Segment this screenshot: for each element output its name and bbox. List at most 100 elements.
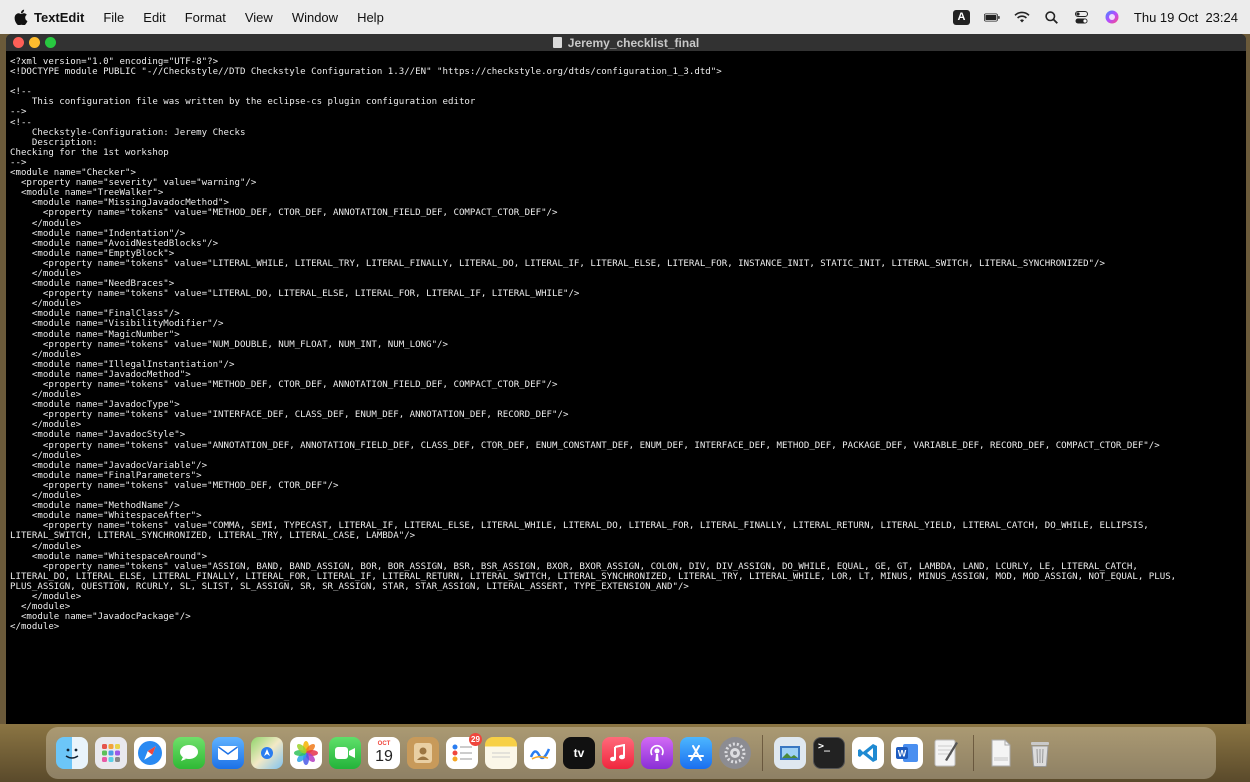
document-line[interactable]: <property name="tokens" value="METHOD_DE… [10,481,1242,491]
document-line[interactable]: Description: [10,138,1242,148]
document-line[interactable]: --> [10,158,1242,168]
document-line[interactable]: <module name="TreeWalker"> [10,188,1242,198]
document-line[interactable]: <!-- [10,118,1242,128]
tv-icon[interactable]: tv [563,737,595,769]
calendar-icon[interactable]: OCT 19 [368,737,400,769]
music-icon[interactable] [602,737,634,769]
document-line[interactable]: </module> [10,602,1242,612]
document-line[interactable]: This configuration file was written by t… [10,97,1242,107]
app-store-icon[interactable] [680,737,712,769]
wifi-icon[interactable] [1014,9,1030,25]
document-line[interactable]: <property name="tokens" value="COMMA, SE… [10,521,1242,531]
document-line[interactable]: <module name="JavadocStyle"> [10,430,1242,440]
document-line[interactable]: <?xml version="1.0" encoding="UTF-8"?> [10,57,1242,67]
document-line[interactable]: <module name="AvoidNestedBlocks"/> [10,239,1242,249]
document-line[interactable]: </module> [10,542,1242,552]
launchpad-icon[interactable] [95,737,127,769]
menu-app-name[interactable]: TextEdit [34,10,84,25]
safari-icon[interactable] [134,737,166,769]
clock[interactable]: Thu 19 Oct 23:24 [1134,10,1238,25]
menu-view[interactable]: View [245,10,273,25]
finder-icon[interactable] [56,737,88,769]
document-line[interactable]: <module name="FinalParameters"> [10,471,1242,481]
control-center-icon[interactable] [1074,9,1090,25]
document-line[interactable]: <module name="IllegalInstantiation"/> [10,360,1242,370]
document-line[interactable]: <property name="tokens" value="METHOD_DE… [10,208,1242,218]
menu-window[interactable]: Window [292,10,338,25]
document-line[interactable]: <module name="MagicNumber"> [10,330,1242,340]
document-line[interactable]: <property name="tokens" value="METHOD_DE… [10,380,1242,390]
window-titlebar[interactable]: Jeremy_checklist_final [6,34,1246,52]
document-line[interactable]: <module name="JavadocVariable"/> [10,461,1242,471]
vscode-icon[interactable] [852,737,884,769]
document-line[interactable]: <module name="NeedBraces"> [10,279,1242,289]
text-editor[interactable]: <?xml version="1.0" encoding="UTF-8"?> <!… [10,57,1242,724]
reminders-icon[interactable]: 29 [446,733,482,769]
zoom-window-button[interactable] [45,37,56,48]
document-line[interactable]: <module name="MissingJavadocMethod"> [10,198,1242,208]
facetime-icon[interactable] [329,737,361,769]
document-line[interactable]: <module name="FinalClass"/> [10,309,1242,319]
document-line[interactable]: <module name="Indentation"/> [10,229,1242,239]
photos-icon[interactable] [290,737,322,769]
document-line[interactable]: <!-- [10,87,1242,97]
document-line[interactable]: </module> [10,269,1242,279]
document-line[interactable]: <property name="tokens" value="NUM_DOUBL… [10,340,1242,350]
menu-edit[interactable]: Edit [143,10,165,25]
document-line[interactable]: </module> [10,299,1242,309]
freeform-icon[interactable] [524,737,556,769]
trash-icon[interactable] [1024,737,1056,769]
preview-icon[interactable] [774,737,806,769]
document-line[interactable]: PLUS_ASSIGN, QUESTION, RCURLY, SL, SLIST… [10,582,1242,592]
document-line[interactable]: </module> [10,420,1242,430]
maps-icon[interactable] [251,737,283,769]
document-line[interactable]: <!DOCTYPE module PUBLIC "-//Checkstyle//… [10,67,1242,77]
document-line[interactable]: Checkstyle-Configuration: Jeremy Checks [10,128,1242,138]
menu-format[interactable]: Format [185,10,226,25]
menu-file[interactable]: File [103,10,124,25]
document-line[interactable]: </module> [10,219,1242,229]
document-line[interactable]: --> [10,107,1242,117]
document-line[interactable]: <module name="MethodName"/> [10,501,1242,511]
document-line[interactable]: <module name="EmptyBlock"> [10,249,1242,259]
document-line[interactable]: LITERAL_DO, LITERAL_ELSE, LITERAL_FINALL… [10,572,1242,582]
document-line[interactable]: </module> [10,350,1242,360]
document-line[interactable]: <module name="VisibilityModifier"/> [10,319,1242,329]
document-line[interactable]: <property name="tokens" value="ASSIGN, B… [10,562,1242,572]
textedit-icon[interactable] [930,737,962,769]
document-line[interactable]: <module name="Checker"> [10,168,1242,178]
close-window-button[interactable] [13,37,24,48]
document-line[interactable]: <property name="severity" value="warning… [10,178,1242,188]
document-line[interactable]: <property name="tokens" value="LITERAL_D… [10,289,1242,299]
document-icon[interactable] [985,737,1017,769]
document-line[interactable]: </module> [10,622,1242,632]
podcasts-icon[interactable] [641,737,673,769]
document-line[interactable]: <module name="WhitespaceAround"> [10,552,1242,562]
apple-logo-icon[interactable] [14,9,28,25]
microsoft-word-icon[interactable]: W [891,737,923,769]
document-line[interactable]: Checking for the 1st workshop [10,148,1242,158]
menu-help[interactable]: Help [357,10,384,25]
document-line[interactable]: <module name="JavadocPackage"/> [10,612,1242,622]
minimize-window-button[interactable] [29,37,40,48]
system-settings-icon[interactable] [719,737,751,769]
spotlight-search-icon[interactable] [1044,9,1060,25]
battery-icon[interactable] [983,9,1000,25]
messages-icon[interactable] [173,737,205,769]
document-line[interactable]: <module name="WhitespaceAfter"> [10,511,1242,521]
document-line[interactable] [10,77,1242,87]
document-line[interactable]: </module> [10,451,1242,461]
document-line[interactable]: <module name="JavadocMethod"> [10,370,1242,380]
mail-icon[interactable] [212,737,244,769]
contacts-icon[interactable] [407,737,439,769]
notes-icon[interactable] [485,737,517,769]
siri-icon[interactable] [1104,9,1120,25]
document-line[interactable]: <property name="tokens" value="LITERAL_W… [10,259,1242,269]
document-line[interactable]: LITERAL_SWITCH, LITERAL_SYNCHRONIZED, LI… [10,531,1242,541]
document-line[interactable]: <property name="tokens" value="ANNOTATIO… [10,441,1242,451]
input-source-indicator[interactable]: A [952,9,970,25]
document-line[interactable]: </module> [10,592,1242,602]
document-line[interactable]: <property name="tokens" value="INTERFACE… [10,410,1242,420]
document-line[interactable]: </module> [10,390,1242,400]
document-line[interactable]: <module name="JavadocType"> [10,400,1242,410]
